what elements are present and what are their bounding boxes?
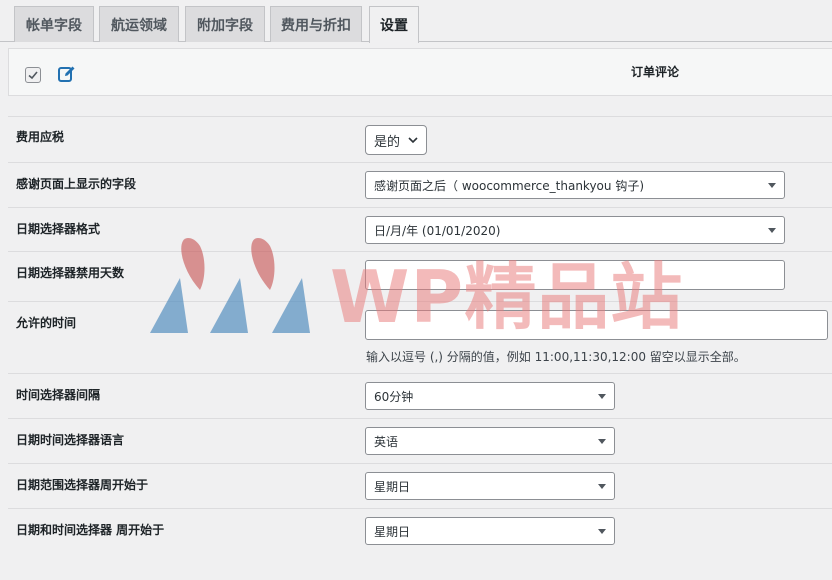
dropdown-arrow-icon	[598, 484, 606, 489]
settings-table: 费用应税 是的 感谢页面上显示的字段 感谢页面之后（ woocommerce_t…	[8, 116, 832, 545]
tab-shipping-fields[interactable]: 航运领域	[99, 6, 179, 42]
select-value: 星期日	[374, 479, 411, 494]
checkbox-icon[interactable]	[25, 67, 41, 83]
thankyou-fields-select[interactable]: 感谢页面之后（ woocommerce_thankyou 钩子)	[365, 171, 785, 199]
order-notes-column-title: 订单评论	[631, 65, 680, 79]
select-value: 日/月/年 (01/01/2020)	[374, 223, 501, 238]
select-value: 是的	[374, 134, 401, 150]
setting-row-picker-language: 日期时间选择器语言 英语	[8, 419, 832, 464]
edit-icon[interactable]	[57, 64, 77, 84]
setting-label: 时间选择器间隔	[16, 388, 101, 402]
setting-label: 日期选择器禁用天数	[16, 266, 125, 280]
setting-label: 感谢页面上显示的字段	[16, 177, 137, 191]
setting-label: 日期时间选择器语言	[16, 433, 125, 447]
dropdown-arrow-icon	[768, 228, 776, 233]
dropdown-arrow-icon	[598, 439, 606, 444]
datetime-week-start-select[interactable]: 星期日	[365, 517, 615, 545]
setting-row-thankyou-fields: 感谢页面上显示的字段 感谢页面之后（ woocommerce_thankyou …	[8, 163, 832, 208]
setting-row-date-format: 日期选择器格式 日/月/年 (01/01/2020)	[8, 208, 832, 252]
setting-label: 费用应税	[16, 130, 65, 144]
setting-row-fee-taxable: 费用应税 是的	[8, 117, 832, 163]
tab-fees-discounts[interactable]: 费用与折扣	[270, 6, 362, 42]
dropdown-arrow-icon	[598, 529, 606, 534]
setting-label: 日期范围选择器周开始于	[16, 478, 149, 492]
time-interval-select[interactable]: 60分钟	[365, 382, 615, 410]
tab-settings[interactable]: 设置	[369, 6, 419, 43]
setting-label: 日期和时间选择器 周开始于	[16, 523, 165, 537]
settings-tabs: 帐单字段 航运领域 附加字段 费用与折扣 设置	[0, 0, 832, 43]
setting-row-datetime-week-start: 日期和时间选择器 周开始于 星期日	[8, 509, 832, 555]
disabled-days-input[interactable]	[365, 260, 785, 290]
setting-row-range-week-start: 日期范围选择器周开始于 星期日	[8, 464, 832, 509]
select-value: 星期日	[374, 524, 411, 539]
allowed-times-input[interactable]	[365, 310, 828, 340]
select-value: 英语	[374, 434, 399, 449]
select-value: 60分钟	[374, 389, 414, 404]
select-value: 感谢页面之后（ woocommerce_thankyou 钩子)	[374, 178, 645, 193]
setting-row-allowed-times: 允许的时间 输入以逗号 (,) 分隔的值，例如 11:00,11:30,12:0…	[8, 302, 832, 374]
chevron-down-icon	[408, 137, 418, 144]
dropdown-arrow-icon	[768, 183, 776, 188]
tab-additional-fields[interactable]: 附加字段	[185, 6, 265, 42]
dropdown-arrow-icon	[598, 394, 606, 399]
range-week-start-select[interactable]: 星期日	[365, 472, 615, 500]
setting-label: 允许的时间	[16, 316, 77, 330]
setting-row-time-interval: 时间选择器间隔 60分钟	[8, 374, 832, 419]
tab-billing-fields[interactable]: 帐单字段	[14, 6, 94, 42]
allowed-times-help: 输入以逗号 (,) 分隔的值，例如 11:00,11:30,12:00 留空以显…	[366, 350, 746, 364]
setting-row-disabled-days: 日期选择器禁用天数	[8, 252, 832, 302]
picker-language-select[interactable]: 英语	[365, 427, 615, 455]
setting-label: 日期选择器格式	[16, 222, 101, 236]
date-format-select[interactable]: 日/月/年 (01/01/2020)	[365, 216, 785, 244]
fee-taxable-select[interactable]: 是的	[365, 125, 427, 155]
fields-header-row: 订单评论	[8, 48, 832, 96]
